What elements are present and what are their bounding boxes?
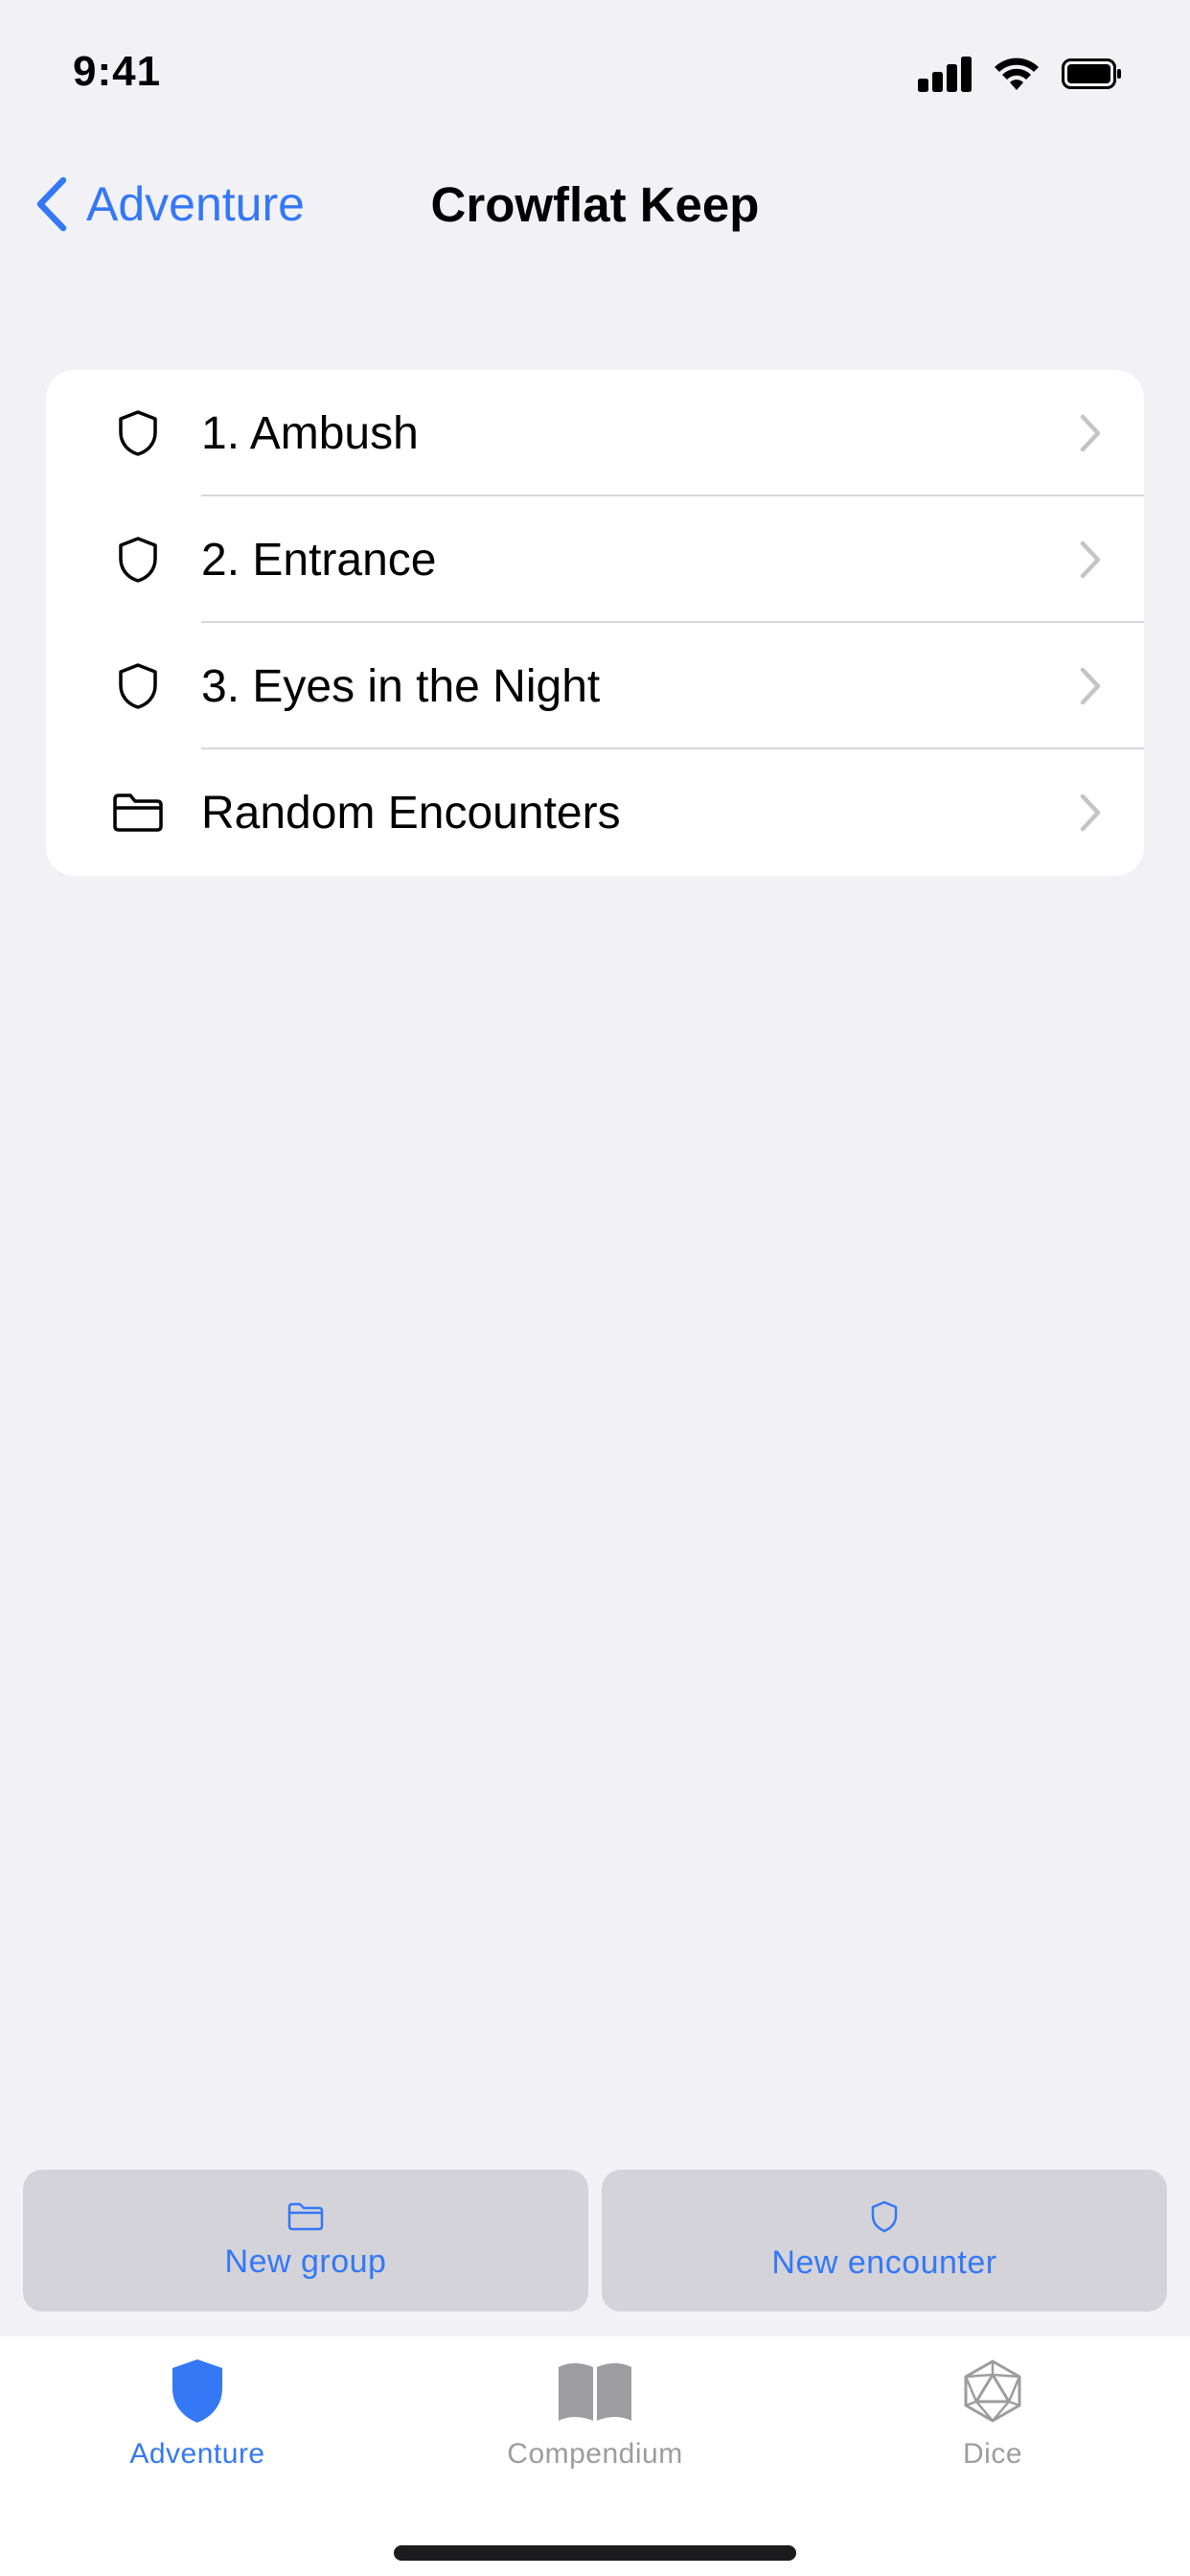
list-item-random-encounters[interactable]: Random Encounters: [46, 749, 1144, 876]
new-group-label: New group: [224, 2242, 387, 2280]
wifi-icon: [995, 58, 1039, 90]
list-item-label: 3. Eyes in the Night: [201, 660, 601, 712]
list-item-entrance[interactable]: 2. Entrance: [46, 496, 1144, 623]
chevron-right-icon: [1079, 413, 1102, 458]
shield-icon: [109, 531, 167, 588]
action-bar: New group New encounter: [23, 2170, 1167, 2312]
d20-icon: [964, 2359, 1021, 2423]
list-item-ambush[interactable]: 1. Ambush: [46, 370, 1144, 496]
chevron-right-icon: [1079, 540, 1102, 585]
status-bar: 9:41: [0, 0, 1190, 144]
list-item-label: 1. Ambush: [201, 407, 419, 459]
list-item-label: Random Encounters: [201, 787, 621, 839]
encounter-list: 1. Ambush 2. Entrance 3. Eyes in the Nig…: [46, 370, 1144, 876]
tab-compendium-label: Compendium: [507, 2438, 683, 2470]
shield-icon: [871, 2200, 898, 2232]
new-group-button[interactable]: New group: [23, 2170, 588, 2312]
new-encounter-label: New encounter: [771, 2243, 997, 2281]
status-time: 9:41: [73, 48, 162, 95]
battery-icon: [1062, 58, 1121, 89]
status-icons: [918, 56, 1123, 92]
tab-dice[interactable]: Dice: [849, 2358, 1136, 2471]
tab-adventure[interactable]: Adventure: [54, 2358, 341, 2471]
shield-icon: [109, 404, 167, 462]
tab-compendium[interactable]: Compendium: [451, 2358, 739, 2471]
list-item-eyes-in-the-night[interactable]: 3. Eyes in the Night: [46, 623, 1144, 749]
new-encounter-button[interactable]: New encounter: [602, 2170, 1167, 2312]
chevron-left-icon: [36, 176, 67, 232]
back-button-label: Adventure: [86, 177, 305, 231]
back-button[interactable]: Adventure: [34, 176, 305, 232]
folder-icon: [109, 784, 167, 841]
folder-icon: [287, 2202, 324, 2230]
cellular-signal-icon: [918, 57, 972, 92]
book-icon: [559, 2363, 631, 2421]
home-indicator: [394, 2545, 796, 2561]
chevron-right-icon: [1079, 793, 1102, 838]
shield-icon: [109, 657, 167, 715]
navigation-bar: Crowflat Keep Adventure: [0, 163, 1190, 249]
shield-filled-icon: [172, 2359, 222, 2423]
tab-dice-label: Dice: [962, 2438, 1022, 2470]
chevron-right-icon: [1079, 666, 1102, 711]
list-item-label: 2. Entrance: [201, 534, 437, 586]
tab-adventure-label: Adventure: [129, 2438, 265, 2470]
tab-bar: Adventure Compendium Dice: [0, 2336, 1190, 2576]
